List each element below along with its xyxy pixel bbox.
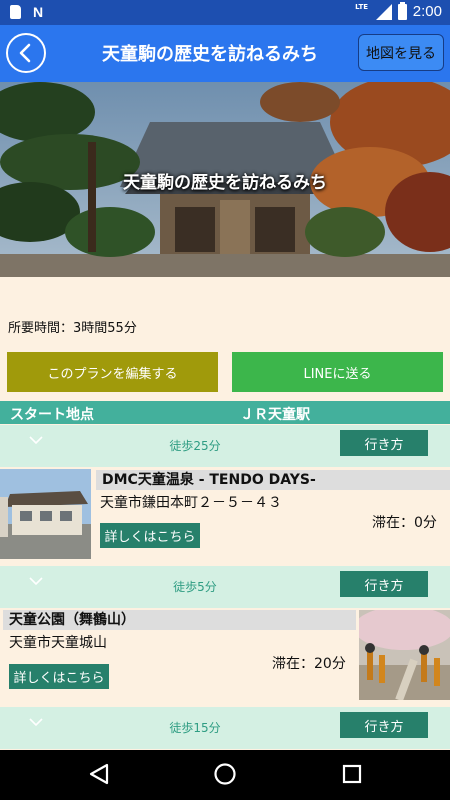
- route-button[interactable]: 行き方: [340, 571, 428, 597]
- stay-time: 滞在：20分: [272, 656, 346, 672]
- send-line-button[interactable]: LINEに送る: [232, 352, 443, 392]
- hero-title: 天童駒の歴史を訪ねるみち: [123, 173, 327, 193]
- signal-icon: [375, 3, 392, 20]
- start-point-value: ＪＲ天童駅: [240, 407, 310, 423]
- walk-time: 徒歩15分: [169, 721, 221, 735]
- view-map-button[interactable]: 地図を見る: [358, 34, 444, 71]
- route-button[interactable]: 行き方: [340, 712, 428, 738]
- spot-address: 天童市天童城山: [9, 635, 107, 651]
- home-circle-icon[interactable]: [213, 762, 237, 786]
- sd-card-icon: [10, 5, 21, 19]
- spot-address: 天童市鎌田本町２－５－４３: [100, 495, 282, 511]
- walk-time: 徒歩25分: [169, 439, 221, 453]
- page-title: 天童駒の歴史を訪ねるみち: [102, 44, 318, 65]
- spot-card: 天童公園（舞鶴山） 天童市天童城山 滞在：20分 詳しくはこちら: [0, 608, 450, 708]
- start-point-label: スタート地点: [10, 407, 94, 423]
- spot-card: DMC天童温泉 - TENDO DAYS- 天童市鎌田本町２－５－４３ 滞在：0…: [0, 467, 450, 567]
- back-arrow-icon: [19, 43, 31, 63]
- battery-icon: [397, 1, 407, 20]
- back-triangle-icon[interactable]: [88, 762, 110, 786]
- system-nav-bar: [0, 750, 450, 800]
- stay-time: 滞在：0分: [372, 515, 437, 531]
- network-type: LTE: [355, 3, 368, 11]
- start-point-bar: スタート地点 ＪＲ天童駅: [0, 401, 450, 424]
- status-bar: N LTE 2:00: [0, 0, 450, 25]
- walk-step-row: 徒歩5分 行き方: [0, 566, 450, 608]
- walk-time: 徒歩5分: [173, 580, 217, 594]
- walk-step-row: 徒歩25分 行き方: [0, 425, 450, 467]
- spot-thumbnail[interactable]: [359, 610, 450, 700]
- spot-name: 天童公園（舞鶴山）: [3, 610, 356, 630]
- recents-square-icon[interactable]: [341, 762, 363, 786]
- hero-image: 天童駒の歴史を訪ねるみち: [0, 82, 450, 277]
- spot-name: DMC天童温泉 - TENDO DAYS-: [96, 470, 450, 490]
- walk-step-row: 徒歩15分 行き方: [0, 707, 450, 749]
- route-button[interactable]: 行き方: [340, 430, 428, 456]
- n-icon: N: [33, 4, 44, 20]
- details-button[interactable]: 詳しくはこちら: [100, 523, 200, 548]
- edit-plan-button[interactable]: このプランを編集する: [7, 352, 218, 392]
- status-time: 2:00: [412, 3, 442, 20]
- back-button[interactable]: [6, 33, 46, 73]
- app-bar: 天童駒の歴史を訪ねるみち 地図を見る: [0, 25, 450, 82]
- spot-thumbnail[interactable]: [0, 469, 91, 559]
- details-button[interactable]: 詳しくはこちら: [9, 664, 109, 689]
- duration-text: 所要時間：3時間55分: [8, 321, 137, 336]
